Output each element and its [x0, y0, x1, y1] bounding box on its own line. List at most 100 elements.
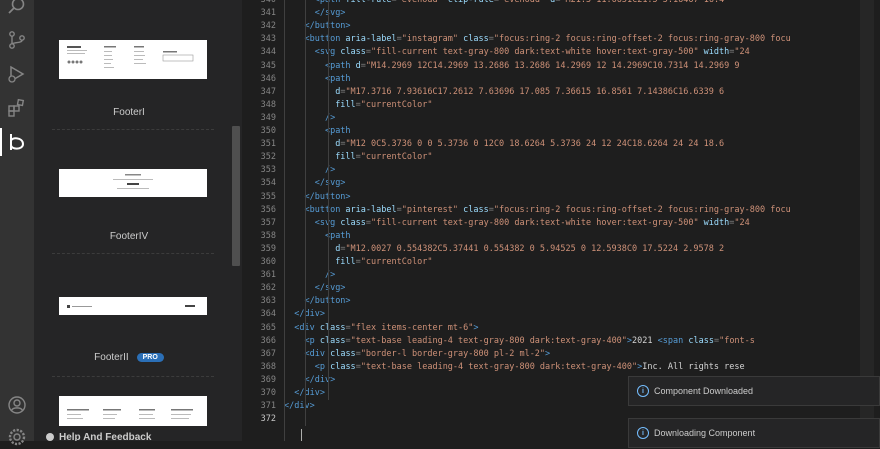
code-token: class: [458, 204, 489, 215]
code-token: </svg>: [314, 283, 346, 294]
code-token: <p: [314, 361, 325, 372]
line-number: 366: [260, 335, 276, 346]
code-token: fill: [335, 152, 356, 163]
chevron-right-icon: [46, 433, 54, 441]
code-line: <button aria-label="pinterest" class="fo…: [284, 204, 790, 217]
sidebar-scrollbar[interactable]: [232, 126, 240, 266]
code-token: "24: [734, 47, 750, 58]
footer-4-thumbnail: [67, 409, 193, 419]
code-line: <div class="border-l border-gray-800 pl-…: [284, 348, 550, 361]
code-line: <path: [284, 73, 351, 86]
line-number: 350: [260, 126, 276, 136]
code-token: class: [314, 322, 346, 333]
code-line: </svg>: [284, 177, 346, 190]
line-number: 358: [260, 230, 276, 241]
footer-iv-preview[interactable]: [59, 169, 207, 197]
notification-component-downloaded[interactable]: i Component Downloaded: [628, 376, 880, 406]
line-number: 371: [260, 401, 276, 412]
card-separator: [52, 253, 214, 254]
code-token: class: [335, 47, 366, 58]
code-token: clip-rule: [442, 0, 494, 5]
code-line: fill="currentColor": [284, 99, 432, 112]
code-token: </div>: [294, 309, 325, 320]
code-token: </svg>: [314, 8, 346, 19]
line-number: 345: [260, 60, 276, 71]
search-icon[interactable]: [5, 0, 29, 18]
line-number: 372: [260, 414, 276, 425]
footer-i-thumbnail: [67, 46, 194, 68]
code-token: 2021: [632, 335, 658, 346]
code-token: fill: [335, 257, 356, 267]
account-icon[interactable]: [5, 393, 29, 417]
card-separator: [52, 129, 214, 130]
code-token: <svg: [314, 47, 336, 58]
active-indicator: [0, 128, 2, 156]
footer-i-preview[interactable]: [59, 40, 207, 79]
editor-scrollbar[interactable]: [860, 0, 874, 441]
code-token: "fill-current text-gray-800 dark:text-wh…: [371, 47, 699, 58]
run-debug-icon[interactable]: [5, 62, 29, 86]
footer-ii-preview[interactable]: [59, 297, 207, 315]
code-token: "24: [734, 217, 750, 228]
line-number: 340: [260, 0, 276, 5]
code-line: <svg class="fill-current text-gray-800 d…: [284, 217, 750, 230]
code-token: class: [324, 361, 356, 372]
line-number: 343: [260, 34, 276, 45]
code-token: />: [324, 112, 336, 123]
code-token: "text-base leading-4 text-gray-800 dark:…: [360, 361, 638, 372]
line-number: 368: [260, 361, 276, 372]
code-token: d: [545, 0, 556, 5]
code-token: "M14.2969 12C14.2969 13.2686 13.2686 14.…: [365, 60, 740, 71]
extensions-icon[interactable]: [5, 96, 29, 120]
indent-guide: [305, 0, 306, 426]
code-token: </div>: [304, 374, 336, 385]
code-token: aria-label: [340, 204, 397, 215]
code-token: class: [314, 335, 346, 346]
notification-text: Downloading Component: [654, 428, 756, 438]
settings-icon[interactable]: [5, 425, 29, 449]
indent-guide: [328, 0, 329, 400]
footer-preview-4[interactable]: [59, 396, 207, 426]
code-editor[interactable]: 340 341 342 343 344 345 346 347 348 349 350 351 352 3…: [242, 0, 880, 441]
code-token: "fill-current text-gray-800 dark:text-wh…: [371, 217, 699, 228]
bootstrap-icon[interactable]: [5, 130, 29, 154]
info-icon: i: [637, 385, 649, 397]
code-token: "pinterest": [401, 204, 459, 215]
line-number: 367: [260, 348, 276, 359]
code-token: aria-label: [340, 34, 397, 45]
source-control-icon[interactable]: [5, 28, 29, 52]
code-token: class: [335, 217, 366, 228]
help-feedback-label: Help And Feedback: [59, 432, 152, 441]
footer-iv-label: FooterIV: [109, 231, 149, 242]
info-icon: i: [637, 427, 649, 439]
code-token: "M21.5 11.6651C21.5 5.16467 16.4: [560, 0, 725, 5]
code-token: "focus:ring-2 focus:ring-offset-2 focus:…: [493, 34, 791, 45]
help-feedback[interactable]: Help And Feedback: [34, 432, 242, 441]
code-line: <path: [284, 230, 351, 243]
code-line: <button aria-label="instagram" class="fo…: [284, 33, 791, 46]
code-line: </svg>: [284, 282, 346, 295]
notification-text: Component Downloaded: [654, 386, 754, 396]
code-token: class: [683, 335, 714, 346]
code-token: "currentColor": [360, 152, 433, 163]
line-number: 349: [260, 112, 276, 123]
indent-guide: [284, 0, 285, 441]
line-number: 341: [260, 8, 276, 19]
code-token: "evenodd": [396, 0, 443, 5]
code-token: "M17.3716 7.93616C17.2612 7.63696 17.085…: [345, 86, 725, 97]
footer-ii-label-text: FooterII: [94, 352, 129, 363]
line-number: 364: [260, 309, 276, 320]
code-line: d="M12 0C5.3736 0 0 5.3736 0 12C0 18.626…: [284, 138, 724, 151]
line-number: 365: [260, 322, 276, 333]
line-number: 354: [260, 178, 276, 189]
line-number: 351: [260, 139, 276, 150]
footer-ii-label: FooterII PRO: [34, 352, 224, 363]
notification-downloading-component[interactable]: i Downloading Component: [628, 418, 880, 448]
